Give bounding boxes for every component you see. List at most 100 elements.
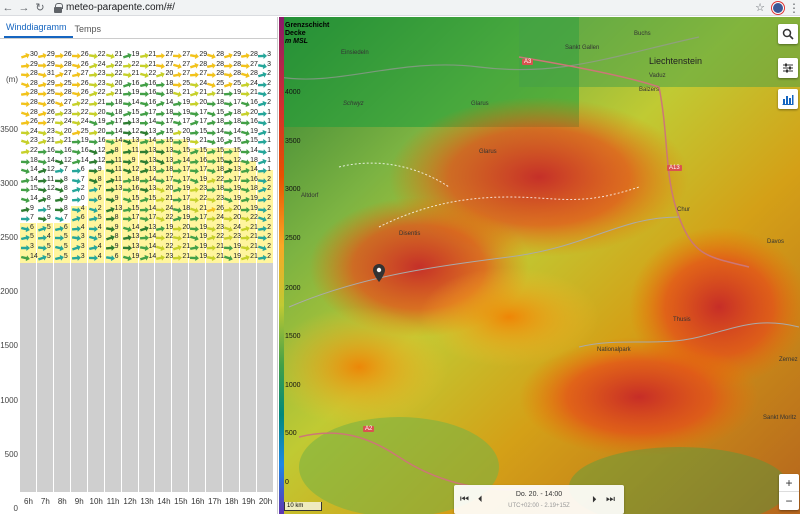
wind-speed: 28	[30, 89, 38, 97]
hour-label[interactable]: 17h	[206, 497, 223, 506]
hour-label[interactable]: 15h	[172, 497, 189, 506]
wind-speed: 13	[148, 223, 157, 231]
wind-speed: 16	[250, 99, 258, 106]
wind-speed: 22	[131, 60, 140, 68]
hour-label[interactable]: 9h	[71, 497, 88, 506]
tab-winddiagramm[interactable]: Winddiagramm	[4, 22, 73, 38]
reload-icon[interactable]: ↻	[32, 0, 48, 16]
place-label: Balzers	[639, 87, 660, 93]
hour-label[interactable]: 19h	[240, 497, 257, 506]
wind-speed: 21	[46, 137, 55, 145]
place-label: Sankt Gallen	[565, 45, 600, 51]
wind-speed: 21	[182, 252, 191, 260]
address-bar[interactable]: meteo-parapente.com/#/	[48, 1, 752, 15]
wind-speed: 19	[182, 108, 191, 116]
wind-speed: 8	[114, 214, 119, 222]
wind-speed: 27	[63, 99, 72, 106]
wind-speed: 23	[233, 233, 241, 241]
location-pin-icon[interactable]	[373, 264, 385, 282]
wind-speed: 18	[216, 99, 225, 106]
time-selector[interactable]: ⏮ ⏴ Do. 20. - 14:00 UTC+02:00 - 2.19+15Z…	[454, 485, 624, 514]
wind-speed: 22	[97, 51, 106, 58]
hour-label[interactable]: 13h	[139, 497, 156, 506]
wind-speed: 2	[267, 243, 271, 250]
wind-speed: 25	[182, 79, 191, 87]
hour-label[interactable]: 12h	[122, 497, 139, 506]
forward-arrow-icon[interactable]: →	[16, 0, 32, 16]
tab-temps[interactable]: Temps	[73, 24, 108, 38]
wind-speed: 14	[30, 175, 38, 183]
wind-speed: 13	[165, 147, 174, 154]
settings-button[interactable]	[778, 58, 798, 78]
altitude-tick: 3500	[0, 125, 18, 134]
wind-speed: 11	[114, 156, 122, 164]
wind-speed: 7	[97, 185, 102, 193]
wind-speed: 14	[131, 223, 140, 231]
zoom-out-button[interactable]: −	[779, 492, 799, 510]
hour-label[interactable]: 6h	[20, 497, 37, 506]
wind-speed: 20	[233, 204, 241, 212]
wind-speed: 15	[216, 108, 225, 116]
wind-speed: 21	[182, 243, 191, 250]
wind-speed: 19	[165, 223, 174, 231]
place-label: Zernez	[779, 357, 798, 363]
wind-speed: 1	[267, 108, 271, 116]
hour-label[interactable]: 14h	[155, 497, 172, 506]
hour-label[interactable]: 10h	[88, 497, 105, 506]
wind-speed: 20	[250, 108, 258, 116]
chart-button[interactable]	[778, 89, 798, 109]
wind-speed: 21	[182, 89, 191, 97]
step-forward-icon[interactable]: ⏵	[592, 494, 597, 505]
browser-toolbar: ← → ↻ meteo-parapente.com/#/ ☆ ⋮	[0, 0, 800, 16]
zoom-controls: + −	[779, 474, 799, 510]
wind-speed: 2	[267, 185, 271, 193]
hour-label[interactable]: 16h	[189, 497, 206, 506]
hour-label[interactable]: 20h	[257, 497, 274, 506]
zoom-in-button[interactable]: +	[779, 474, 799, 492]
wind-speed: 9	[131, 156, 136, 164]
terrain-fill	[223, 263, 240, 492]
wind-speed: 2	[267, 195, 271, 202]
wind-speed: 22	[250, 214, 258, 222]
wind-speed: 7	[63, 214, 68, 222]
wind-speed: 21	[148, 60, 157, 68]
wind-speed: 25	[46, 89, 55, 97]
hour-label[interactable]: 8h	[54, 497, 71, 506]
altitude-tick: 3000	[0, 179, 18, 188]
map-view[interactable]: Grenzschicht Decke m MSL 4000 3500 3000 …	[279, 17, 800, 514]
terrain-fill	[87, 263, 104, 492]
wind-speed: 21	[250, 243, 258, 250]
skip-to-end-icon[interactable]: ⏭	[606, 494, 615, 505]
wind-speed: 18	[165, 89, 174, 97]
kebab-menu-icon[interactable]: ⋮	[788, 1, 800, 15]
star-icon[interactable]: ☆	[752, 1, 768, 14]
wind-speed: 19	[182, 99, 191, 106]
wind-speed: 17	[199, 118, 208, 126]
wind-speed: 18	[216, 185, 225, 193]
wind-speed: 18	[182, 204, 191, 212]
wind-speed: 19	[80, 137, 89, 145]
hour-label[interactable]: 7h	[37, 497, 54, 506]
wind-speed: 20	[97, 127, 106, 135]
wind-grid[interactable]: 6h 7h 8h 9h 10h 11h 12h 13h 14h 15h 16h 17h 18h 19h 20…	[20, 48, 274, 506]
place-label: Chur	[677, 207, 691, 213]
wind-speed: 27	[199, 70, 208, 78]
wind-speed: 22	[80, 99, 89, 106]
wind-speed: 7	[63, 166, 68, 174]
hour-label[interactable]: 18h	[223, 497, 240, 506]
wind-speed: 17	[165, 118, 174, 126]
back-arrow-icon[interactable]: ←	[0, 0, 16, 16]
wind-speed: 28	[233, 60, 241, 68]
terrain-fill	[104, 263, 121, 492]
wind-speed: 5	[46, 252, 51, 260]
wind-speed: 20	[114, 79, 123, 87]
wind-speed: 5	[97, 214, 102, 222]
search-button[interactable]	[778, 24, 798, 44]
avatar[interactable]	[772, 1, 784, 14]
hour-label[interactable]: 11h	[105, 497, 122, 506]
wind-speed: 0	[80, 195, 85, 202]
wind-speed: 3	[80, 243, 85, 250]
wind-speed: 12	[97, 147, 106, 154]
wind-speed: 26	[80, 51, 89, 58]
wind-speed: 13	[131, 243, 140, 250]
